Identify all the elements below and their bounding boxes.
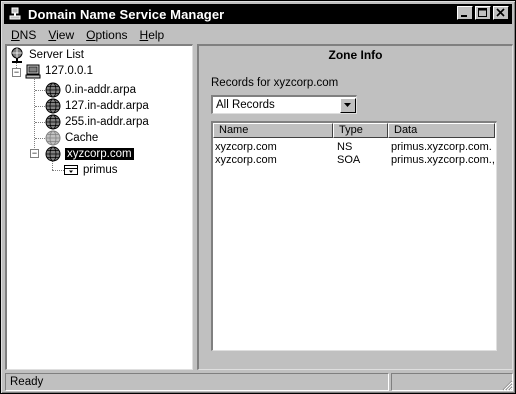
maximize-button[interactable] [475, 6, 491, 20]
menu-help-mnemonic: H [139, 28, 149, 42]
records-list[interactable]: Name Type Data xyzcorp.com NS primus.xyz… [211, 121, 497, 351]
record-data: primus.xyzcorp.com., [391, 154, 495, 166]
zone-globe-icon [45, 114, 61, 130]
window-title: Domain Name Service Manager [28, 6, 225, 22]
tree-item-label: 255.in-addr.arpa [65, 116, 149, 128]
tree-item-zone-selected[interactable]: xyzcorp.com [45, 146, 134, 162]
tree-item-cache[interactable]: Cache [45, 130, 98, 146]
tree-item-zone[interactable]: 0.in-addr.arpa [45, 82, 136, 98]
resize-grip-icon[interactable] [501, 379, 513, 391]
record-data: primus.xyzcorp.com. [391, 141, 492, 153]
tree-item-server-list[interactable]: Server List [9, 47, 84, 63]
tree-item-zone[interactable]: 127.in-addr.arpa [45, 98, 149, 114]
minimize-icon [461, 15, 467, 17]
close-button[interactable] [493, 6, 509, 20]
status-text: Ready [5, 373, 389, 391]
record-filter-select[interactable]: All Records [211, 95, 357, 114]
tree-item-label: primus [83, 164, 118, 176]
column-header-name[interactable]: Name [213, 123, 333, 138]
records-list-header: Name Type Data [213, 123, 496, 138]
title-bar[interactable]: Domain Name Service Manager [4, 4, 512, 24]
column-header-data[interactable]: Data [388, 123, 495, 138]
tree-item-zone[interactable]: 255.in-addr.arpa [45, 114, 149, 130]
tree-item-server[interactable]: 127.0.0.1 [25, 63, 93, 79]
menu-view-mnemonic: V [48, 28, 57, 42]
tree-item-label: 127.in-addr.arpa [65, 100, 149, 112]
close-icon [496, 8, 505, 17]
menu-options[interactable]: Options [80, 28, 133, 42]
app-window: Domain Name Service Manager DNS View Opt… [0, 0, 516, 394]
record-row[interactable]: xyzcorp.com SOA primus.xyzcorp.com., [213, 154, 496, 167]
records-label: Records for xyzcorp.com [211, 77, 339, 89]
menu-help[interactable]: Help [134, 28, 171, 42]
menu-options-mnemonic: O [86, 28, 96, 42]
tree-item-subdomain[interactable]: primus [63, 162, 118, 178]
status-panel-empty [391, 373, 513, 391]
record-filter-value: All Records [216, 99, 275, 111]
app-icon[interactable] [7, 6, 23, 22]
column-header-type[interactable]: Type [333, 123, 388, 138]
menu-view[interactable]: View [42, 28, 80, 42]
zone-info-title: Zone Info [328, 48, 383, 62]
tree-item-label: xyzcorp.com [65, 148, 134, 160]
tree-item-label: Cache [65, 132, 99, 144]
record-row[interactable]: xyzcorp.com NS primus.xyzcorp.com. [213, 141, 496, 154]
domain-folder-icon [64, 165, 78, 175]
zone-globe-icon [45, 82, 61, 98]
collapse-icon[interactable]: − [12, 68, 21, 77]
minimize-button[interactable] [457, 6, 473, 20]
menu-help-label: elp [148, 28, 165, 42]
tree-item-label: 0.in-addr.arpa [65, 84, 136, 96]
server-tree[interactable]: Server List − 127.0.0.1 0.in-addr.arpa 1… [5, 44, 193, 370]
chevron-down-icon [344, 102, 351, 107]
maximize-icon [478, 8, 487, 17]
server-icon [25, 64, 41, 79]
tree-item-label: 127.0.0.1 [45, 65, 93, 77]
zone-globe-icon [45, 146, 61, 162]
record-name: xyzcorp.com [215, 141, 277, 153]
record-type: NS [337, 141, 353, 153]
menu-options-label: ptions [95, 28, 128, 42]
collapse-icon[interactable]: − [30, 149, 39, 158]
record-type: SOA [337, 154, 361, 166]
record-name: xyzcorp.com [215, 154, 277, 166]
zone-info-panel: Zone Info Records for xyzcorp.com All Re… [197, 44, 513, 370]
server-list-icon [11, 47, 23, 63]
menu-dns-mnemonic: D [11, 28, 20, 42]
menu-dns-label: NS [19, 28, 37, 42]
menu-dns[interactable]: DNS [5, 28, 42, 42]
zone-globe-icon [45, 98, 61, 114]
tree-item-label: Server List [29, 49, 84, 61]
menu-bar: DNS View Options Help [5, 26, 511, 44]
dropdown-button[interactable] [340, 97, 356, 113]
zone-globe-gray-icon [45, 130, 61, 146]
status-bar: Ready [5, 373, 513, 391]
menu-view-label: iew [56, 28, 75, 42]
